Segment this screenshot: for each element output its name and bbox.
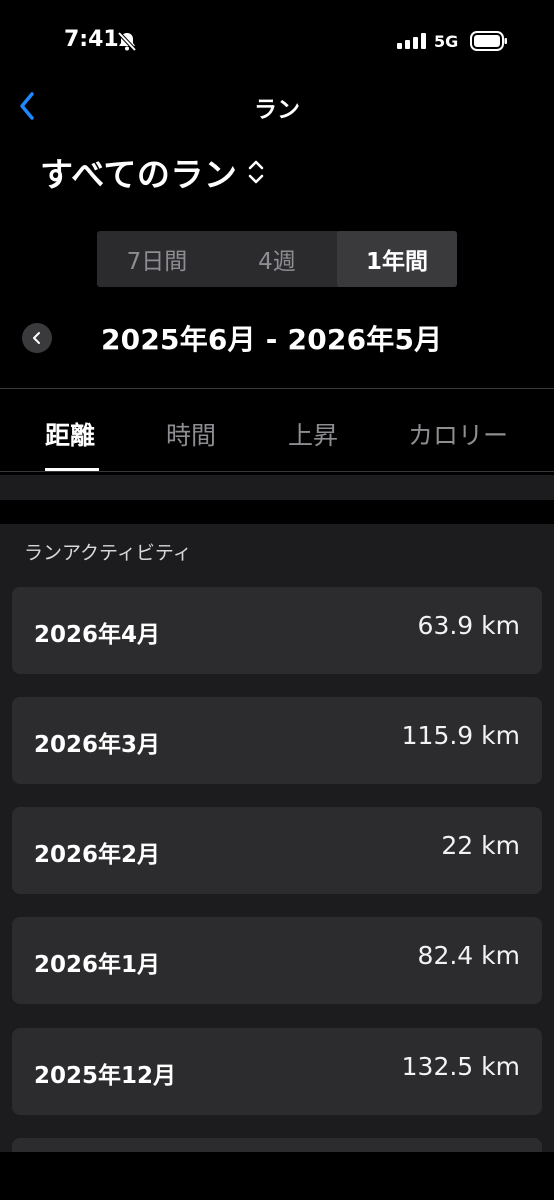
network-label: 5G: [434, 32, 459, 51]
run-filter-dropdown[interactable]: すべてのラン: [40, 148, 267, 196]
row-distance: 132.5 km: [401, 1052, 520, 1081]
status-bar: 7:41 5G: [0, 0, 554, 80]
activity-row[interactable]: 2025年12月 132.5 km: [12, 1028, 542, 1115]
row-month: 2025年12月: [34, 1063, 177, 1089]
bell-slash-icon: [117, 31, 137, 52]
tab-distance[interactable]: 距離: [45, 416, 95, 452]
tab-elevation[interactable]: 上昇: [288, 416, 338, 452]
tab-time[interactable]: 時間: [166, 416, 216, 452]
activity-row[interactable]: 2026年4月 63.9 km: [12, 587, 542, 674]
period-4-weeks[interactable]: 4週: [217, 231, 337, 287]
bottom-bar: [0, 1152, 554, 1200]
activity-row[interactable]: 2026年1月 82.4 km: [12, 917, 542, 1004]
activity-row[interactable]: 2026年2月 22 km: [12, 807, 542, 894]
screen: 7:41 5G ラン すべてのラン 7日間 4週 1年間 2025年6月 - 2…: [0, 0, 554, 1200]
divider: [0, 471, 554, 472]
previous-range-button[interactable]: [22, 323, 52, 353]
row-month: 2026年3月: [34, 732, 161, 758]
row-distance: 63.9 km: [417, 611, 520, 640]
row-distance: 22 km: [441, 831, 520, 860]
row-distance: 82.4 km: [417, 941, 520, 970]
section-title: ランアクティビティ: [24, 542, 192, 564]
row-month: 2026年4月: [34, 622, 161, 648]
period-selector: 7日間 4週 1年間: [97, 231, 457, 287]
chevron-left-icon: [33, 332, 40, 344]
row-distance: 115.9 km: [401, 721, 520, 750]
activity-row-partial[interactable]: [12, 1138, 542, 1152]
tab-calories[interactable]: カロリー: [408, 416, 508, 452]
date-range-label: 2025年6月 - 2026年5月: [101, 323, 443, 356]
status-time: 7:41: [64, 27, 119, 52]
chevron-updown-icon: [249, 160, 264, 184]
battery-icon: [470, 31, 507, 51]
period-7-days[interactable]: 7日間: [97, 231, 217, 287]
activity-row[interactable]: 2026年3月 115.9 km: [12, 697, 542, 784]
filter-label: すべてのラン: [40, 155, 238, 194]
signal-icon: [397, 33, 426, 49]
period-1-year[interactable]: 1年間: [337, 231, 457, 287]
divider: [0, 388, 554, 389]
row-month: 2026年1月: [34, 952, 161, 978]
metric-tabs: 距離 時間 上昇 カロリー: [0, 390, 554, 472]
chart-area-placeholder: [0, 475, 554, 500]
row-month: 2026年2月: [34, 842, 161, 868]
page-title: ラン: [254, 97, 300, 123]
